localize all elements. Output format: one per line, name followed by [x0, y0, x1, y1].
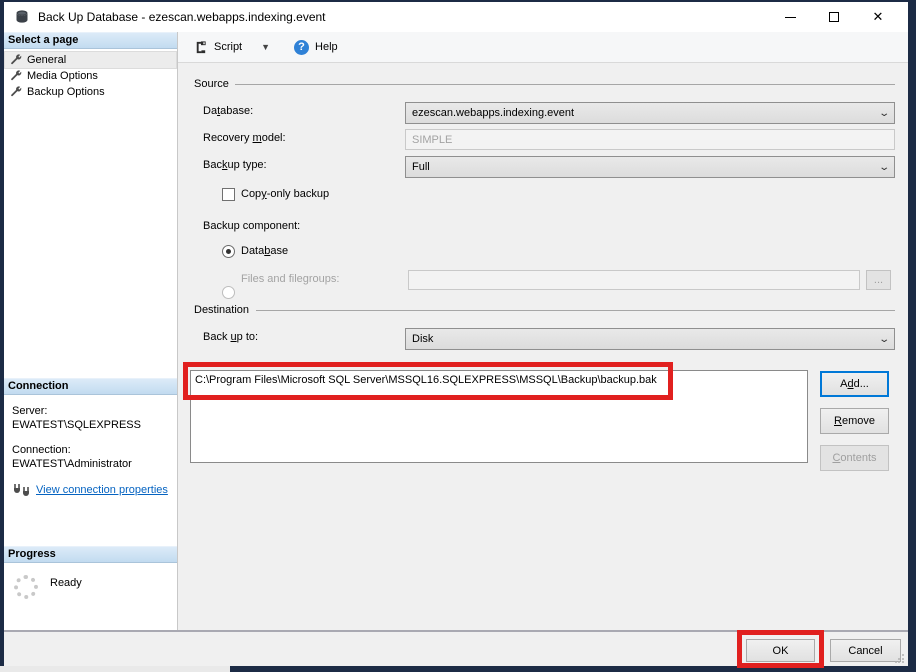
- backup-component-label: Backup component:: [203, 220, 300, 232]
- sidebar-item-backup-options[interactable]: Backup Options: [5, 84, 176, 100]
- help-icon: ?: [294, 40, 309, 55]
- chevron-down-icon: ⌄: [878, 108, 890, 119]
- select-a-page-header: Select a page: [4, 32, 177, 49]
- files-filegroups-label: Files and filegroups:: [241, 273, 339, 285]
- files-filegroups-field: [408, 270, 860, 290]
- database-radio[interactable]: [222, 245, 235, 258]
- script-dropdown-button[interactable]: ▼: [247, 39, 275, 55]
- backup-destinations-listbox[interactable]: C:\Program Files\Microsoft SQL Server\MS…: [190, 370, 808, 463]
- backup-path-item[interactable]: C:\Program Files\Microsoft SQL Server\MS…: [195, 373, 803, 388]
- destination-group-line: [256, 310, 895, 311]
- server-value: EWATEST\SQLEXPRESS: [12, 418, 169, 432]
- recovery-model-field: SIMPLE: [405, 129, 895, 150]
- files-filegroups-radio: [222, 286, 235, 299]
- sidebar-item-label: Backup Options: [27, 86, 105, 98]
- ok-button[interactable]: OK: [746, 639, 815, 662]
- help-button[interactable]: ? Help: [275, 37, 343, 58]
- server-label: Server:: [12, 404, 169, 418]
- backup-database-dialog: Back Up Database - ezescan.webapps.index…: [4, 2, 908, 666]
- view-connection-properties-link[interactable]: View connection properties: [36, 483, 168, 497]
- progress-header: Progress: [4, 546, 177, 563]
- script-label: Script: [214, 41, 242, 53]
- close-button[interactable]: ✕: [856, 3, 900, 31]
- minimize-button[interactable]: [768, 3, 812, 31]
- connection-value: EWATEST\Administrator: [12, 457, 169, 471]
- general-page-content: Source Database: ezescan.webapps.indexin…: [178, 63, 908, 630]
- help-label: Help: [315, 41, 338, 53]
- destination-group-label: Destination: [194, 304, 249, 316]
- resize-grip[interactable]: [895, 653, 905, 663]
- sidebar-item-general[interactable]: General: [5, 52, 176, 68]
- sidebar-item-label: Media Options: [27, 70, 98, 82]
- back-up-to-combobox-value: Disk: [412, 333, 876, 345]
- recovery-model-label: Recovery model:: [203, 132, 286, 144]
- progress-status: Ready: [50, 577, 82, 589]
- copy-only-backup-checkbox[interactable]: [222, 188, 235, 201]
- script-icon: [193, 40, 208, 55]
- progress-panel: Ready: [4, 563, 177, 630]
- backup-type-label: Backup type:: [203, 159, 267, 171]
- database-combobox-value: ezescan.webapps.indexing.event: [412, 107, 876, 119]
- connection-properties-icon: [12, 482, 30, 498]
- source-group-line: [235, 84, 895, 85]
- database-label: Database:: [203, 105, 253, 117]
- wrench-icon: [10, 70, 22, 82]
- chevron-down-icon: ▼: [261, 42, 270, 52]
- maximize-button[interactable]: [812, 3, 856, 31]
- close-icon: ✕: [873, 9, 884, 25]
- back-up-to-combobox[interactable]: Disk ⌄: [405, 328, 895, 350]
- window-controls: ✕: [768, 3, 900, 31]
- script-button[interactable]: Script: [188, 37, 247, 58]
- main-pane: Script ▼ ? Help Source Database:: [178, 32, 908, 630]
- contents-button: Contents: [820, 445, 889, 471]
- minimize-icon: [785, 17, 796, 18]
- connection-header: Connection: [4, 378, 177, 395]
- browse-filegroups-button: ...: [866, 270, 891, 290]
- database-icon: [14, 9, 30, 25]
- cancel-button[interactable]: Cancel: [830, 639, 901, 662]
- wrench-icon: [10, 86, 22, 98]
- chevron-down-icon: ⌄: [878, 334, 890, 345]
- backup-type-combobox[interactable]: Full ⌄: [405, 156, 895, 178]
- sidebar-item-media-options[interactable]: Media Options: [5, 68, 176, 84]
- connection-label: Connection:: [12, 443, 169, 457]
- progress-spinner-icon: [14, 575, 38, 599]
- database-combobox[interactable]: ezescan.webapps.indexing.event ⌄: [405, 102, 895, 124]
- wrench-icon: [10, 54, 22, 66]
- add-button[interactable]: Add...: [820, 371, 889, 397]
- database-radio-label: Database: [241, 245, 288, 257]
- title-bar: Back Up Database - ezescan.webapps.index…: [4, 2, 908, 32]
- source-group-label: Source: [194, 78, 229, 90]
- connection-panel: Server: EWATEST\SQLEXPRESS Connection: E…: [4, 395, 177, 546]
- backup-type-combobox-value: Full: [412, 161, 876, 173]
- dialog-footer: OK Cancel: [4, 630, 908, 666]
- page-list: General Media Options Backup Options: [4, 49, 177, 378]
- chevron-down-icon: ⌄: [878, 162, 890, 173]
- screen: Back Up Database - ezescan.webapps.index…: [0, 0, 916, 672]
- remove-button[interactable]: Remove: [820, 408, 889, 434]
- toolbar: Script ▼ ? Help: [178, 32, 908, 63]
- window-title: Back Up Database - ezescan.webapps.index…: [38, 10, 768, 24]
- copy-only-backup-label: Copy-only backup: [241, 188, 329, 200]
- desktop-edge: [0, 666, 230, 672]
- back-up-to-label: Back up to:: [203, 331, 258, 343]
- sidebar: Select a page General Media Options Back…: [4, 32, 178, 630]
- maximize-icon: [829, 12, 839, 22]
- recovery-model-value: SIMPLE: [412, 134, 452, 146]
- sidebar-item-label: General: [27, 54, 66, 66]
